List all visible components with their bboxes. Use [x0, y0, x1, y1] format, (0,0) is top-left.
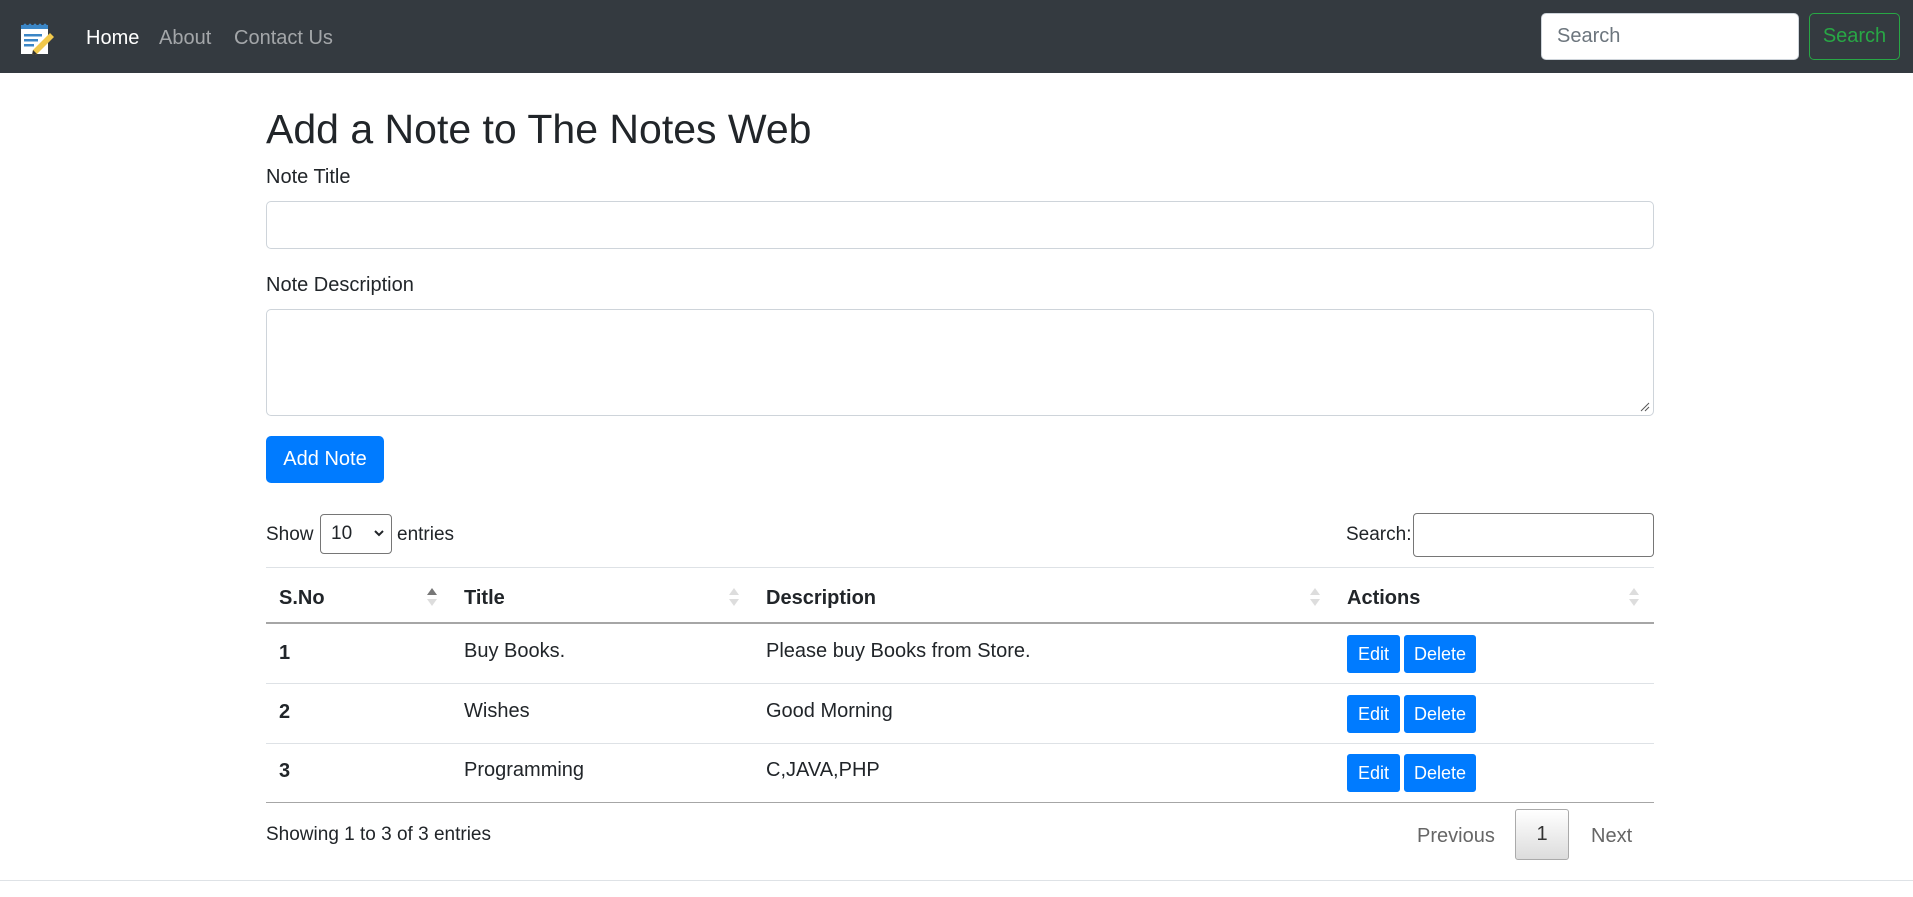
row-divider: [266, 683, 1654, 684]
sort-both-icon[interactable]: [728, 587, 740, 607]
note-description-label: Note Description: [266, 274, 414, 296]
nav-link-home[interactable]: Home: [86, 26, 139, 50]
table-bottom-border: [266, 802, 1654, 803]
table-info: Showing 1 to 3 of 3 entries: [266, 824, 491, 845]
note-title-input[interactable]: [266, 201, 1654, 249]
navbar-search-input[interactable]: [1541, 13, 1799, 60]
page-length-value: 10: [331, 523, 353, 544]
sort-both-icon[interactable]: [1628, 587, 1640, 607]
entries-label: entries: [397, 524, 455, 545]
add-note-button[interactable]: Add Note: [266, 436, 384, 483]
row-divider: [266, 743, 1654, 744]
page-title: Add a Note to The Notes Web: [266, 106, 812, 152]
table-top-border: [266, 567, 1654, 568]
navbar-search-button[interactable]: Search: [1809, 13, 1900, 60]
note-title-label: Note Title: [266, 166, 351, 188]
cell-description: C,JAVA,PHP: [766, 759, 880, 781]
cell-sno: 3: [279, 760, 291, 782]
pagination-page-1[interactable]: 1: [1515, 809, 1569, 860]
table-search-input[interactable]: [1413, 513, 1654, 557]
edit-button[interactable]: Edit: [1347, 695, 1400, 733]
pagination-previous[interactable]: Previous: [1417, 824, 1495, 848]
chevron-down-icon: [374, 530, 384, 537]
footer-divider: [0, 880, 1913, 881]
resize-grip-icon[interactable]: [1640, 402, 1650, 412]
table-search-label: Search:: [1346, 524, 1412, 545]
nav-link-about[interactable]: About: [159, 26, 211, 50]
notepad-pencil-icon[interactable]: [19, 22, 55, 56]
delete-button[interactable]: Delete: [1404, 635, 1476, 673]
show-label: Show: [266, 524, 314, 545]
column-header-description[interactable]: Description: [766, 586, 876, 610]
sort-both-icon[interactable]: [1309, 587, 1321, 607]
navbar: Home About Contact Us Search: [0, 0, 1913, 73]
delete-button[interactable]: Delete: [1404, 754, 1476, 792]
delete-button[interactable]: Delete: [1404, 695, 1476, 733]
cell-title: Wishes: [464, 700, 530, 722]
column-header-title[interactable]: Title: [464, 586, 505, 610]
cell-title: Buy Books.: [464, 640, 566, 662]
cell-sno: 1: [279, 642, 291, 664]
cell-description: Please buy Books from Store.: [766, 640, 1031, 662]
cell-title: Programming: [464, 759, 585, 781]
note-description-textarea[interactable]: [266, 309, 1654, 416]
nav-link-contact-us[interactable]: Contact Us: [234, 26, 333, 50]
column-header-sno[interactable]: S.No: [279, 586, 325, 610]
column-header-actions[interactable]: Actions: [1347, 586, 1420, 610]
pagination-next[interactable]: Next: [1591, 824, 1632, 848]
cell-sno: 2: [279, 701, 291, 723]
table-header-border: [266, 622, 1654, 624]
edit-button[interactable]: Edit: [1347, 754, 1400, 792]
cell-description: Good Morning: [766, 700, 893, 722]
edit-button[interactable]: Edit: [1347, 635, 1400, 673]
sort-ascending-icon[interactable]: [426, 587, 438, 607]
